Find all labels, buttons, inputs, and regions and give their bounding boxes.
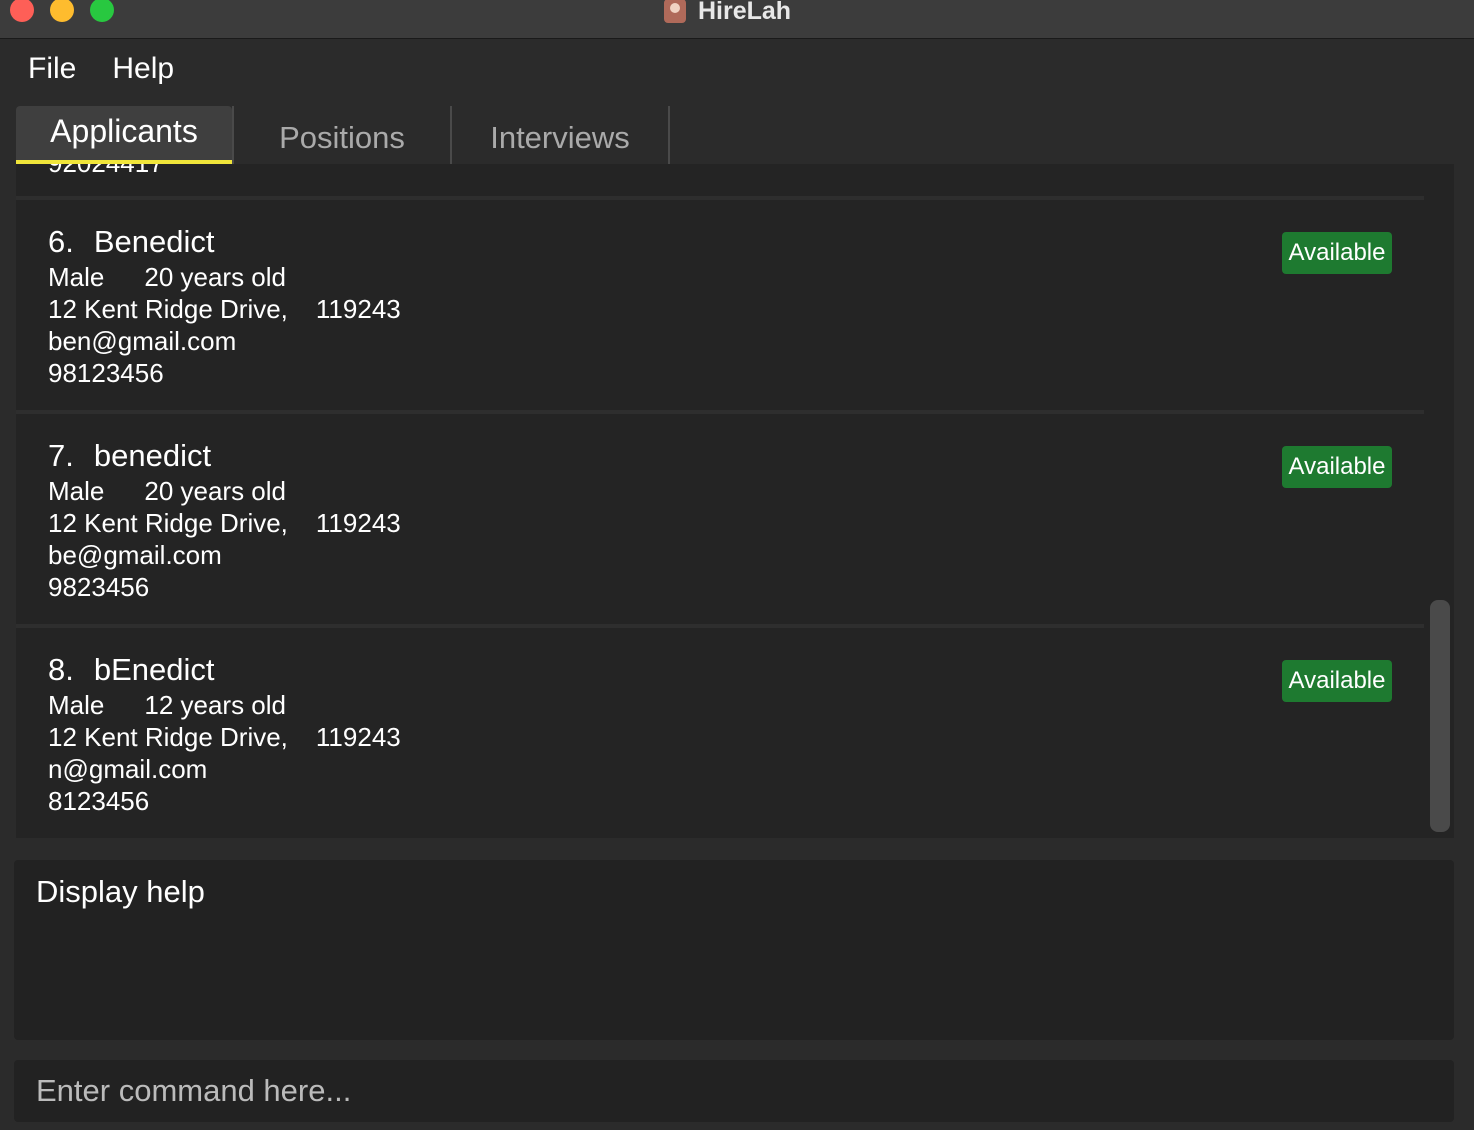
applicant-gender-age: Male 20 years old (48, 262, 286, 293)
tab-applicants[interactable]: Applicants (16, 106, 232, 164)
applicant-address-line: 12 Kent Ridge Drive, 119243 (48, 508, 401, 539)
applicant-gender: Male (48, 476, 105, 506)
applicant-postal: 119243 (315, 508, 401, 538)
status-badge: Available (1282, 446, 1392, 488)
applicant-name-line: 6. Benedict (48, 224, 215, 260)
applicant-card[interactable]: 8. bEnedict Male 12 years old 12 Kent Rid… (16, 628, 1424, 838)
tab-positions[interactable]: Positions (232, 106, 452, 164)
list-item-partial[interactable]: 92024417 (16, 164, 1424, 200)
tab-interviews[interactable]: Interviews (452, 106, 670, 164)
applicant-card[interactable]: 6. Benedict Male 20 years old 12 Kent Rid… (16, 200, 1424, 414)
applicant-index: 7. (48, 438, 74, 473)
command-input[interactable] (14, 1060, 1454, 1122)
result-display-text: Display help (36, 874, 205, 909)
applicant-address: 12 Kent Ridge Drive, (48, 722, 288, 752)
applicant-gender-age: Male 12 years old (48, 690, 286, 721)
applicant-postal: 119243 (315, 722, 401, 752)
applicant-address-line: 12 Kent Ridge Drive, 119243 (48, 294, 401, 325)
applicant-gender-age: Male 20 years old (48, 476, 286, 507)
title-bar: HireLah (0, 0, 1474, 39)
applicant-age: 12 years old (144, 690, 287, 720)
menu-bar: File Help (0, 39, 1474, 99)
applicant-name: bEnedict (93, 652, 215, 687)
applicant-phone: 98123456 (48, 358, 164, 388)
applicant-email: n@gmail.com (48, 754, 208, 784)
menu-file[interactable]: File (28, 52, 76, 86)
applicant-address: 12 Kent Ridge Drive, (48, 508, 288, 538)
list-scrollbar[interactable] (1430, 600, 1450, 832)
applicant-index: 6. (48, 224, 74, 259)
tab-bar: Applicants Positions Interviews (16, 106, 670, 164)
applicant-address-line: 12 Kent Ridge Drive, 119243 (48, 722, 401, 753)
applicant-address: 12 Kent Ridge Drive, (48, 294, 288, 324)
window-title: HireLah (664, 0, 791, 26)
minimize-window-button[interactable] (50, 0, 74, 22)
applicant-list[interactable]: 92024417 6. Benedict Male 20 years old 12… (16, 164, 1454, 838)
close-window-button[interactable] (10, 0, 34, 22)
applicant-email: be@gmail.com (48, 540, 222, 570)
applicant-name: benedict (93, 438, 212, 473)
applicant-name-line: 8. bEnedict (48, 652, 215, 688)
applicant-age: 20 years old (144, 262, 287, 292)
result-display: Display help (14, 860, 1454, 1040)
menu-help[interactable]: Help (112, 52, 174, 86)
applicant-phone: 8123456 (48, 786, 150, 816)
applicant-age: 20 years old (144, 476, 287, 506)
applicant-postal: 119243 (315, 294, 401, 324)
applicant-phone: 9823456 (48, 572, 150, 602)
applicant-gender: Male (48, 690, 105, 720)
applicant-name-line: 7. benedict (48, 438, 211, 474)
applicant-name: Benedict (93, 224, 215, 259)
app-logo-icon (664, 0, 686, 23)
partial-phone-text: 92024417 (48, 164, 164, 179)
status-badge: Available (1282, 660, 1392, 702)
applicant-email: ben@gmail.com (48, 326, 237, 356)
window-title-text: HireLah (698, 0, 792, 25)
applicant-card[interactable]: 7. benedict Male 20 years old 12 Kent Rid… (16, 414, 1424, 628)
applicant-gender: Male (48, 262, 105, 292)
applicant-index: 8. (48, 652, 74, 687)
status-badge: Available (1282, 232, 1392, 274)
zoom-window-button[interactable] (90, 0, 114, 22)
